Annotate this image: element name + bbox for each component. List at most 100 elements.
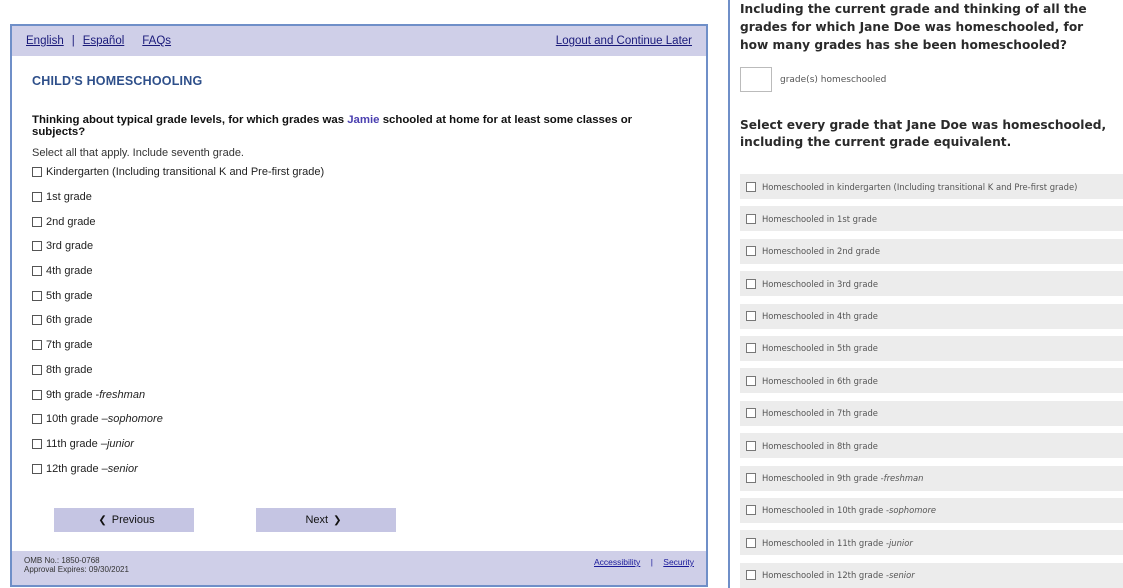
checkbox-icon[interactable] bbox=[32, 315, 42, 326]
grade-option[interactable]: 3rd grade bbox=[32, 234, 686, 259]
checkbox-icon[interactable] bbox=[32, 340, 42, 351]
survey-content: CHILD'S HOMESCHOOLING Thinking about typ… bbox=[12, 74, 706, 481]
homeschooled-option-label: Homeschooled in 5th grade bbox=[762, 343, 878, 354]
checkbox-icon[interactable] bbox=[32, 241, 42, 252]
footer-bar: OMB No.: 1850-0768 Approval Expires: 09/… bbox=[12, 551, 706, 585]
homeschooled-grade-option[interactable]: Homeschooled in 1st grade bbox=[740, 206, 1123, 232]
checkbox-icon[interactable] bbox=[746, 311, 756, 322]
homeschooled-grade-option[interactable]: Homeschooled in 5th grade bbox=[740, 335, 1123, 361]
english-link[interactable]: English bbox=[26, 35, 64, 47]
homeschooled-option-label: Homeschooled in 6th grade bbox=[762, 375, 878, 386]
previous-button[interactable]: ❮ Previous bbox=[54, 508, 194, 532]
grade-option[interactable]: 2nd grade bbox=[32, 209, 686, 234]
question-text-before: Thinking about typical grade levels, for… bbox=[32, 114, 348, 126]
grade-option-suffix: freshman bbox=[99, 388, 146, 401]
homeschooled-grade-option[interactable]: Homeschooled in kindergarten (Including … bbox=[740, 174, 1123, 199]
homeschooled-option-suffix: junior bbox=[888, 537, 913, 548]
checkbox-icon[interactable] bbox=[32, 438, 42, 449]
grades-count-question: Including the current grade and thinking… bbox=[740, 2, 1087, 52]
grade-option-label: 8th grade bbox=[46, 363, 93, 376]
logout-link[interactable]: Logout and Continue Later bbox=[556, 35, 692, 47]
checkbox-icon[interactable] bbox=[746, 537, 756, 548]
checkbox-icon[interactable] bbox=[746, 343, 756, 354]
checkbox-icon[interactable] bbox=[746, 505, 756, 516]
homeschooled-grade-option[interactable]: Homeschooled in 3rd grade bbox=[740, 271, 1123, 297]
left-survey-panel: English | Español FAQs Logout and Contin… bbox=[10, 24, 708, 587]
grade-option[interactable]: 8th grade bbox=[32, 358, 686, 383]
chevron-left-icon: ❮ bbox=[98, 514, 107, 526]
instruction-text: Select all that apply. Include seventh g… bbox=[32, 147, 244, 159]
question-text: Thinking about typical grade levels, for… bbox=[32, 114, 686, 138]
grade-option[interactable]: 7th grade bbox=[32, 333, 686, 358]
grade-option[interactable]: 11th grade – junior bbox=[32, 432, 686, 457]
grades-count-input[interactable] bbox=[740, 67, 772, 92]
checkbox-icon[interactable] bbox=[746, 440, 756, 451]
checkbox-icon[interactable] bbox=[746, 278, 756, 289]
grade-option-label: 12th grade – bbox=[46, 462, 108, 475]
grade-option[interactable]: Kindergarten (Including transitional K a… bbox=[32, 160, 686, 185]
homeschooled-grade-option[interactable]: Homeschooled in 9th grade - freshman bbox=[740, 465, 1123, 491]
grade-option[interactable]: 9th grade - freshman bbox=[32, 382, 686, 407]
grade-option-label: 7th grade bbox=[46, 339, 93, 352]
homeschooled-option-label: Homeschooled in 10th grade - bbox=[762, 505, 889, 516]
accessibility-link[interactable]: Accessibility bbox=[594, 557, 640, 567]
checkbox-icon[interactable] bbox=[32, 192, 42, 203]
grade-option-label: 5th grade bbox=[46, 289, 93, 302]
grade-option-suffix: senior bbox=[107, 462, 138, 475]
checkbox-icon[interactable] bbox=[746, 375, 756, 386]
checkbox-icon[interactable] bbox=[746, 473, 756, 484]
grade-option-label: 1st grade bbox=[46, 191, 92, 204]
homeschooled-grade-option[interactable]: Homeschooled in 12th grade - senior bbox=[740, 562, 1123, 588]
homeschooled-option-label: Homeschooled in 11th grade - bbox=[762, 537, 889, 548]
grade-options-list: Kindergarten (Including transitional K a… bbox=[32, 160, 686, 481]
homeschooled-grade-option[interactable]: Homeschooled in 4th grade bbox=[740, 303, 1123, 329]
homeschooled-grade-option[interactable]: Homeschooled in 11th grade - junior bbox=[740, 530, 1123, 556]
grade-option[interactable]: 12th grade – senior bbox=[32, 456, 686, 481]
grade-option[interactable]: 4th grade bbox=[32, 259, 686, 284]
checkbox-icon[interactable] bbox=[746, 213, 756, 224]
child-name: Jamie bbox=[347, 114, 380, 126]
checkbox-icon[interactable] bbox=[746, 246, 756, 257]
checkbox-icon[interactable] bbox=[32, 266, 42, 277]
grade-option-label: 9th grade - bbox=[46, 388, 100, 401]
homeschooled-grade-option[interactable]: Homeschooled in 2nd grade bbox=[740, 238, 1123, 264]
grade-option-label: 6th grade bbox=[46, 314, 93, 327]
select-grades-instruction: Select every grade that Jane Doe was hom… bbox=[740, 118, 1107, 149]
checkbox-icon[interactable] bbox=[746, 181, 756, 192]
grade-option[interactable]: 10th grade – sophomore bbox=[32, 407, 686, 432]
chevron-right-icon: ❯ bbox=[333, 514, 342, 526]
grades-count-label: grade(s) homeschooled bbox=[780, 74, 887, 85]
homeschooled-grade-option[interactable]: Homeschooled in 10th grade - sophomore bbox=[740, 497, 1123, 523]
top-navigation-bar: English | Español FAQs Logout and Contin… bbox=[12, 26, 706, 56]
checkbox-icon[interactable] bbox=[32, 364, 42, 375]
homeschooled-option-label: Homeschooled in 8th grade bbox=[762, 440, 878, 451]
homeschooled-grade-option[interactable]: Homeschooled in 8th grade bbox=[740, 433, 1123, 459]
checkbox-icon[interactable] bbox=[746, 408, 756, 419]
checkbox-icon[interactable] bbox=[32, 167, 42, 178]
grade-option[interactable]: 6th grade bbox=[32, 308, 686, 333]
checkbox-icon[interactable] bbox=[32, 414, 42, 425]
section-title: CHILD'S HOMESCHOOLING bbox=[32, 74, 203, 88]
grades-count-row: grade(s) homeschooled bbox=[740, 67, 1123, 92]
checkbox-icon[interactable] bbox=[746, 570, 756, 581]
homeschooled-option-label: Homeschooled in 7th grade bbox=[762, 408, 878, 419]
homeschooled-grade-option[interactable]: Homeschooled in 6th grade bbox=[740, 368, 1123, 394]
grade-option[interactable]: 1st grade bbox=[32, 185, 686, 210]
grade-option-label: Kindergarten (Including transitional K a… bbox=[46, 166, 325, 179]
checkbox-icon[interactable] bbox=[32, 389, 42, 400]
homeschooled-grade-option[interactable]: Homeschooled in 7th grade bbox=[740, 400, 1123, 426]
checkbox-icon[interactable] bbox=[32, 463, 42, 474]
security-link[interactable]: Security bbox=[663, 557, 694, 567]
checkbox-icon[interactable] bbox=[32, 216, 42, 227]
checkbox-icon[interactable] bbox=[32, 290, 42, 301]
grade-option[interactable]: 5th grade bbox=[32, 283, 686, 308]
homeschooled-option-label: Homeschooled in 4th grade bbox=[762, 311, 878, 322]
espanol-link[interactable]: Español bbox=[83, 35, 125, 47]
nav-separator: | bbox=[71, 35, 75, 47]
faqs-link[interactable]: FAQs bbox=[142, 35, 171, 47]
homeschooled-option-suffix: senior bbox=[888, 570, 915, 581]
next-button[interactable]: Next ❯ bbox=[256, 508, 396, 532]
footer-links: Accessibility | Security bbox=[594, 557, 694, 567]
grade-option-label: 10th grade – bbox=[46, 413, 108, 426]
homeschooled-option-label: Homeschooled in 12th grade - bbox=[762, 570, 889, 581]
